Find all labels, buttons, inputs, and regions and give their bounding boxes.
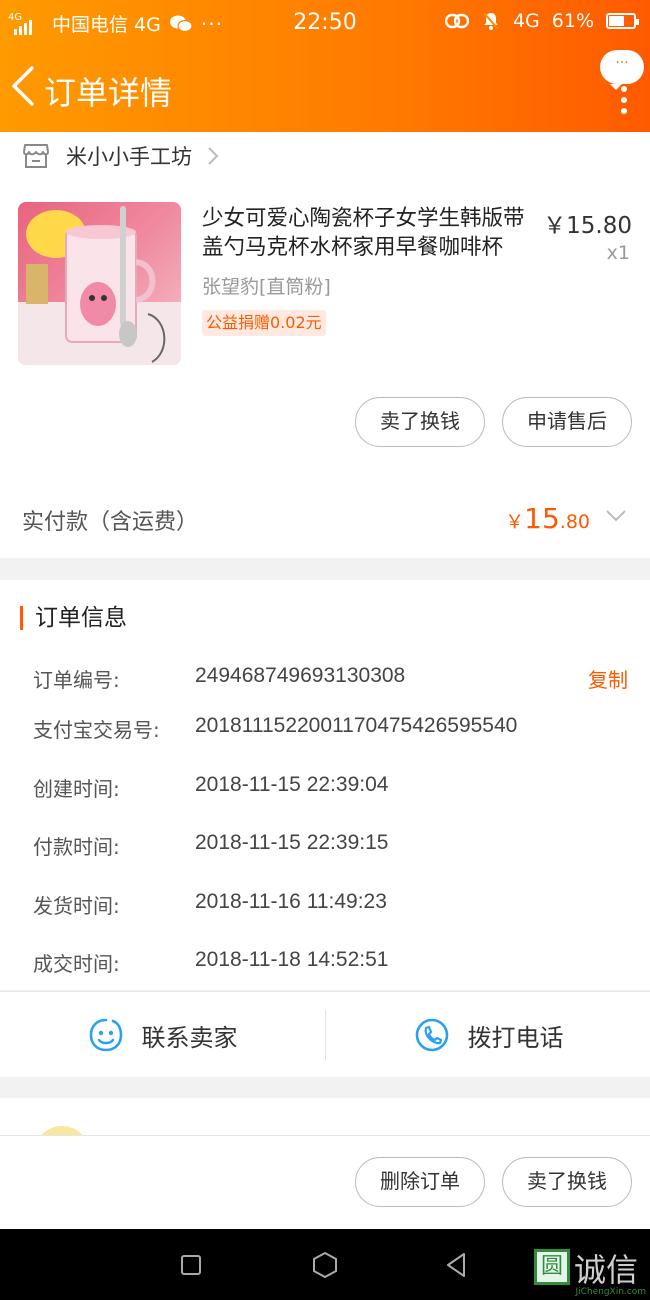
info-value: 2018-11-15 22:39:15 [195, 831, 389, 854]
watermark-logo: 圆 [534, 1249, 570, 1285]
status-bar: 4G 中国电信 4G ··· 22:50 4G 61% [0, 0, 650, 46]
order-info-title: 订单信息 [20, 606, 127, 630]
product-quantity: x1 [606, 242, 630, 264]
amount-integer: 15 [524, 502, 560, 535]
nav-bar: 订单详情 ··· [0, 46, 650, 132]
payment-row[interactable]: 实付款（含运费） ￥15.80 [22, 502, 628, 542]
bottom-action-bar: 删除订单 卖了换钱 [0, 1135, 650, 1229]
shop-link[interactable]: 米小小手工坊 [22, 138, 220, 174]
chevron-down-icon [606, 510, 626, 522]
shop-name: 米小小手工坊 [66, 145, 192, 169]
product-title[interactable]: 少女可爱心陶瓷杯子女学生韩版带盖勺马克杯水杯家用早餐咖啡杯 [202, 204, 537, 262]
info-label: 发货时间: [33, 894, 120, 918]
delete-order-button[interactable]: 删除订单 [355, 1157, 485, 1207]
product-price: ￥15.80 [543, 213, 632, 239]
site-watermark: 圆 诚信 JiChengXin.com [534, 1245, 646, 1297]
info-value: 2018111522001170475426595540 [195, 714, 518, 737]
info-row-order-number: 订单编号: 249468749693130308 复制 [33, 664, 628, 694]
chevron-left-icon [12, 66, 34, 106]
mug-image-icon [18, 202, 181, 365]
phone-icon [415, 1018, 448, 1052]
payment-amount: ￥15.80 [505, 502, 590, 535]
app-header: 4G 中国电信 4G ··· 22:50 4G 61% 订单详情 ··· [0, 0, 650, 132]
currency-symbol: ￥ [505, 511, 525, 533]
home-icon[interactable] [312, 1251, 338, 1279]
info-row-alipay-number: 支付宝交易号: 2018111522001170475426595540 [33, 714, 628, 744]
info-label: 付款时间: [33, 835, 120, 859]
contact-bar: 联系卖家 拨打电话 [0, 991, 650, 1077]
sell-item-button[interactable]: 卖了换钱 [355, 397, 485, 447]
info-label: 创建时间: [33, 777, 120, 801]
contact-seller-label: 联系卖家 [141, 1023, 238, 1052]
message-button[interactable]: ··· [600, 50, 644, 90]
info-row-completed: 成交时间: 2018-11-18 14:52:51 [33, 948, 628, 978]
call-phone-button[interactable]: 拨打电话 [326, 992, 650, 1078]
recents-icon[interactable] [180, 1254, 202, 1276]
after-sale-button[interactable]: 申请售后 [502, 397, 632, 447]
battery-percent: 61% [551, 10, 594, 32]
payment-label: 实付款（含运费） [22, 510, 199, 535]
info-row-created: 创建时间: 2018-11-15 22:39:04 [33, 773, 628, 803]
chat-face-icon [89, 1018, 122, 1052]
contact-seller-button[interactable]: 联系卖家 [0, 992, 325, 1078]
charity-badge: 公益捐赠0.02元 [202, 310, 326, 336]
watermark-text: 诚信 [574, 1251, 639, 1289]
copy-button[interactable]: 复制 [588, 664, 628, 693]
page-title: 订单详情 [44, 74, 173, 112]
network-label: 4G [512, 10, 540, 32]
product-image[interactable] [18, 202, 181, 365]
back-button[interactable] [8, 64, 44, 114]
system-nav-bar: 圆 诚信 JiChengXin.com [0, 1229, 650, 1300]
info-row-shipped: 发货时间: 2018-11-16 11:49:23 [33, 890, 628, 920]
info-label: 成交时间: [33, 952, 120, 976]
product-card: 米小小手工坊 少女可爱心陶瓷杯子女学生韩版带盖勺马克杯水杯家用早餐咖啡杯 ￥15… [0, 132, 650, 558]
watermark-url: JiChengXin.com [575, 1287, 646, 1297]
more-menu-icon[interactable] [621, 86, 627, 119]
call-phone-label: 拨打电话 [467, 1023, 564, 1052]
back-nav-icon[interactable] [444, 1252, 468, 1278]
product-sku: 张望豹[直筒粉] [202, 276, 331, 298]
info-value: 2018-11-15 22:39:04 [195, 773, 389, 796]
amount-decimal: .80 [559, 511, 590, 533]
sell-item-bottom-button[interactable]: 卖了换钱 [502, 1157, 632, 1207]
chevron-right-icon [208, 147, 219, 165]
info-label: 订单编号: [33, 668, 120, 692]
info-value: 2018-11-18 14:52:51 [195, 948, 389, 971]
info-label: 支付宝交易号: [33, 718, 160, 742]
info-value: 249468749693130308 [195, 664, 406, 687]
recommend-card [0, 1098, 650, 1138]
info-row-paid: 付款时间: 2018-11-15 22:39:15 [33, 831, 628, 861]
link-icon [444, 13, 469, 29]
battery-icon [606, 13, 639, 29]
mute-bell-icon [483, 12, 499, 30]
info-value: 2018-11-16 11:49:23 [195, 890, 387, 913]
order-info-card: 订单信息 订单编号: 249468749693130308 复制 支付宝交易号:… [0, 580, 650, 990]
store-icon [23, 144, 49, 168]
